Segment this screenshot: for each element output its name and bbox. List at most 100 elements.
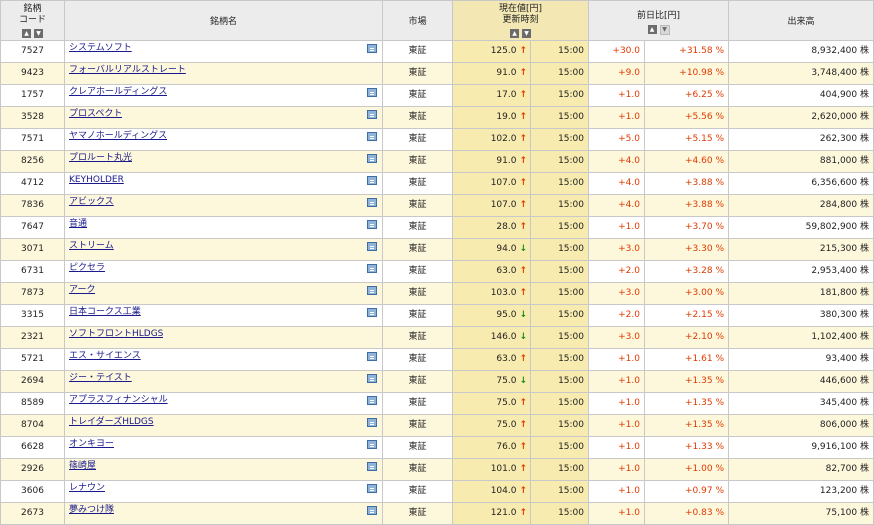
price-change: +2.0	[588, 260, 645, 283]
stock-name-cell: ジー・テイスト	[64, 370, 383, 393]
stock-name-link[interactable]: 日本コークス工業	[69, 306, 141, 321]
stock-name-link[interactable]: システムソフト	[69, 42, 132, 57]
price-change: +9.0	[588, 62, 645, 85]
volume: 6,356,600 株	[728, 172, 874, 195]
col-name-header: 銘柄名	[64, 0, 383, 41]
sort-desc-icon[interactable]: ▼	[34, 29, 43, 38]
volume: 446,600 株	[728, 370, 874, 393]
memo-icon[interactable]	[367, 418, 377, 427]
price-value: 63.0	[496, 266, 517, 276]
memo-icon[interactable]	[367, 440, 377, 449]
update-time: 15:00	[530, 194, 589, 217]
stock-name-link[interactable]: プロルート丸光	[69, 152, 132, 167]
current-price: 17.0 ↑	[452, 84, 531, 107]
price-change: +1.0	[588, 502, 645, 525]
memo-icon[interactable]	[367, 242, 377, 251]
up-arrow-icon: ↑	[519, 486, 527, 496]
update-time: 15:00	[530, 172, 589, 195]
stock-name-link[interactable]: ストリーム	[69, 240, 114, 255]
price-change: +3.0	[588, 326, 645, 349]
stock-name-cell: クレアホールディングス	[64, 84, 383, 107]
stock-name-link[interactable]: ピクセラ	[69, 262, 105, 277]
stock-name-link[interactable]: トレイダーズHLDGS	[69, 416, 154, 431]
stock-name-link[interactable]: フォーバルリアルストレート	[69, 64, 186, 79]
memo-icon[interactable]	[367, 44, 377, 53]
current-price: 91.0 ↑	[452, 150, 531, 173]
sort-asc-icon[interactable]: ▲	[510, 29, 519, 38]
memo-icon[interactable]	[367, 506, 377, 515]
stock-name-link[interactable]: アプラスフィナンシャル	[69, 394, 168, 409]
col-name-label: 銘柄名	[209, 16, 237, 27]
up-arrow-icon: ↑	[519, 288, 527, 298]
col-code-label: 銘柄 コード	[18, 4, 46, 25]
percent-change: +1.35 %	[644, 392, 729, 415]
stock-name-cell: 夢みつけ隊	[64, 502, 383, 525]
stock-name-link[interactable]: プロスペクト	[69, 108, 122, 123]
volume: 215,300 株	[728, 238, 874, 261]
stock-name-cell: ソフトフロントHLDGS	[64, 326, 383, 349]
stock-name-link[interactable]: ヤマノホールディングス	[69, 130, 167, 145]
price-value: 91.0	[496, 68, 517, 78]
sort-desc-icon[interactable]: ▼	[522, 29, 531, 38]
price-value: 107.0	[490, 178, 517, 188]
memo-icon[interactable]	[367, 88, 377, 97]
volume: 9,916,100 株	[728, 436, 874, 459]
table-row: 7571 ヤマノホールディングス 東証 102.0 ↑ 15:00 +5.0 +5.15 % 2…	[0, 128, 874, 151]
price-change: +1.0	[588, 458, 645, 481]
code-sort: ▲ ▼	[5, 29, 60, 38]
current-price: 107.0 ↑	[452, 194, 531, 217]
volume: 262,300 株	[728, 128, 874, 151]
stock-name-link[interactable]: 音通	[69, 218, 87, 233]
memo-icon[interactable]	[367, 198, 377, 207]
stock-name-cell: プロルート丸光	[64, 150, 383, 173]
stock-name-link[interactable]: 篠崎屋	[69, 460, 96, 475]
sort-asc-icon[interactable]: ▲	[647, 25, 657, 34]
memo-icon[interactable]	[367, 484, 377, 493]
volume: 75,100 株	[728, 502, 874, 525]
table-row: 8256 プロルート丸光 東証 91.0 ↑ 15:00 +4.0 +4.60 % 881,00…	[0, 150, 874, 173]
table-row: 2321 ソフトフロントHLDGS 東証 146.0 ↓ 15:00 +3.0 +2.10 %…	[0, 326, 874, 349]
memo-icon[interactable]	[367, 286, 377, 295]
sort-desc-icon[interactable]: ▼	[659, 25, 670, 35]
col-market-header: 市場	[382, 0, 453, 41]
stock-name-cell: トレイダーズHLDGS	[64, 414, 383, 437]
stock-name-link[interactable]: アーク	[69, 284, 95, 299]
stock-name-link[interactable]: ジー・テイスト	[69, 372, 132, 387]
memo-icon[interactable]	[367, 154, 377, 163]
market: 東証	[382, 40, 453, 63]
stock-name-link[interactable]: クレアホールディングス	[69, 86, 167, 101]
stock-name-link[interactable]: エス・サイエンス	[69, 350, 141, 365]
stock-name-link[interactable]: アビックス	[69, 196, 114, 211]
stock-name-link[interactable]: オンキヨー	[69, 438, 114, 453]
table-row: 3315 日本コークス工業 東証 95.0 ↓ 15:00 +2.0 +2.15 % 380,3…	[0, 304, 874, 327]
stock-name-link[interactable]: KEYHOLDER	[69, 174, 124, 189]
change-sort: ▲ ▼	[593, 25, 724, 35]
memo-icon[interactable]	[367, 396, 377, 405]
current-price: 63.0 ↑	[452, 348, 531, 371]
memo-icon[interactable]	[367, 176, 377, 185]
memo-icon[interactable]	[367, 462, 377, 471]
update-time: 15:00	[530, 260, 589, 283]
percent-change: +0.97 %	[644, 480, 729, 503]
memo-icon[interactable]	[367, 374, 377, 383]
stock-name-link[interactable]: 夢みつけ隊	[69, 504, 114, 519]
col-change-header: 前日比[円] ▲ ▼	[588, 0, 729, 41]
memo-icon[interactable]	[367, 132, 377, 141]
percent-change: +3.00 %	[644, 282, 729, 305]
update-time: 15:00	[530, 414, 589, 437]
update-time: 15:00	[530, 84, 589, 107]
memo-icon[interactable]	[367, 220, 377, 229]
memo-icon[interactable]	[367, 352, 377, 361]
percent-change: +10.98 %	[644, 62, 729, 85]
market: 東証	[382, 260, 453, 283]
stock-name-link[interactable]: レナウン	[69, 482, 105, 497]
memo-icon[interactable]	[367, 308, 377, 317]
price-value: 28.0	[496, 222, 517, 232]
percent-change: +2.10 %	[644, 326, 729, 349]
percent-change: +3.88 %	[644, 194, 729, 217]
price-change: +4.0	[588, 150, 645, 173]
sort-asc-icon[interactable]: ▲	[22, 29, 31, 38]
stock-name-link[interactable]: ソフトフロントHLDGS	[69, 328, 163, 343]
memo-icon[interactable]	[367, 110, 377, 119]
memo-icon[interactable]	[367, 264, 377, 273]
